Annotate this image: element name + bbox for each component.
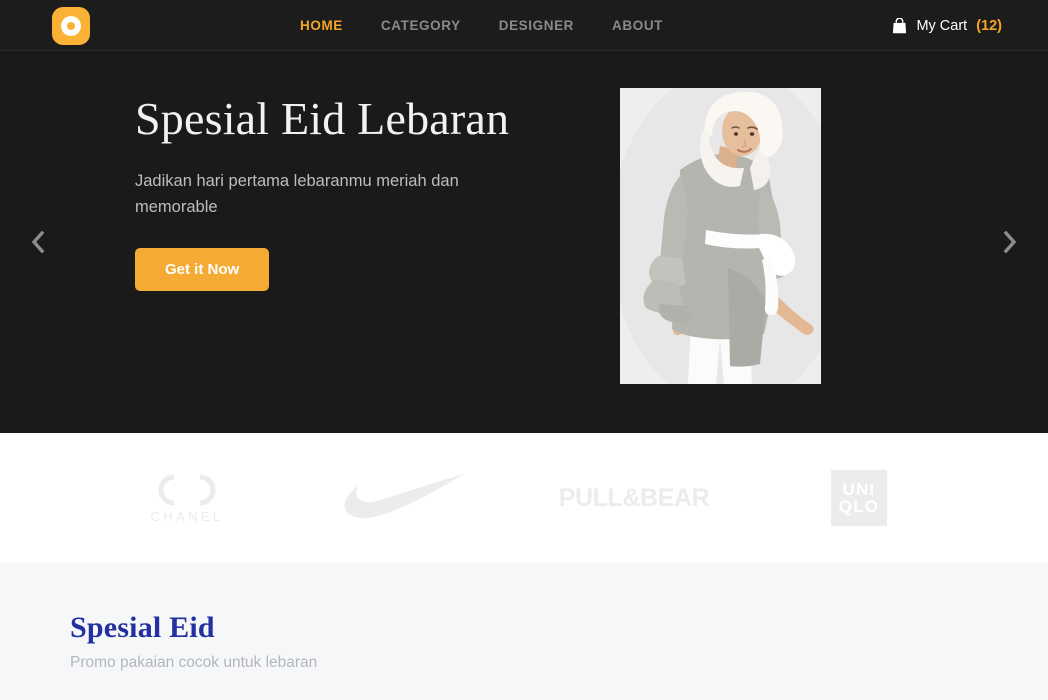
nike-swoosh-logo-icon <box>342 472 466 525</box>
logo-dot-icon <box>67 22 75 30</box>
nav-item-category[interactable]: CATEGORY <box>381 18 461 33</box>
brand-logo-nike[interactable] <box>292 472 517 525</box>
carousel-next-button[interactable] <box>992 224 1028 260</box>
cart-count: (12) <box>976 17 1002 34</box>
chevron-left-icon <box>31 231 45 253</box>
logo-ring-icon <box>61 16 81 36</box>
svg-text:CHANEL: CHANEL <box>150 509 223 524</box>
brand-logo-uniqlo[interactable]: UNI QLO <box>752 470 967 526</box>
cart-label: My Cart <box>916 17 968 34</box>
uniqlo-line-1: UNI <box>842 480 876 499</box>
carousel-prev-button[interactable] <box>20 224 56 260</box>
nav-item-about[interactable]: ABOUT <box>612 18 663 33</box>
pullandbear-wordmark: PULL&BEAR <box>558 483 710 512</box>
site-header: HOME CATEGORY DESIGNER ABOUT My Cart (12… <box>0 0 1048 51</box>
promo-subtitle: Promo pakaian cocok untuk lebaran <box>70 654 318 671</box>
uniqlo-line-2: QLO <box>838 497 880 516</box>
hero-title: Spesial Eid Lebaran <box>135 93 510 144</box>
brand-logos-strip: CHANEL PULL&BEAR UNI QLO <box>0 433 1048 563</box>
uniqlo-logo-icon: UNI QLO <box>831 470 887 526</box>
hero-banner: Spesial Eid Lebaran Jadikan hari pertama… <box>0 51 1048 433</box>
cart-button[interactable]: My Cart (12) <box>892 0 1002 51</box>
get-it-now-button[interactable]: Get it Now <box>135 248 270 292</box>
hero-subtitle: Jadikan hari pertama lebaranmu meriah da… <box>135 171 459 216</box>
nav-item-home[interactable]: HOME <box>300 18 343 33</box>
main-navigation: HOME CATEGORY DESIGNER ABOUT <box>300 0 663 51</box>
hero-product-image <box>620 88 821 384</box>
shopping-bag-icon <box>892 17 907 34</box>
nav-item-designer[interactable]: DESIGNER <box>499 18 574 33</box>
chevron-right-icon <box>1003 231 1017 253</box>
brand-logo-pullandbear[interactable]: PULL&BEAR <box>517 484 752 513</box>
logo-square-icon <box>52 7 90 45</box>
chanel-logo-icon: CHANEL <box>144 467 230 530</box>
promo-title: Spesial Eid <box>70 611 215 644</box>
brand-logo-chanel[interactable]: CHANEL <box>82 467 292 530</box>
promo-section: Spesial Eid Promo pakaian cocok untuk le… <box>0 563 1048 700</box>
site-logo[interactable] <box>52 7 90 45</box>
hero-text-block: Spesial Eid Lebaran Jadikan hari pertama… <box>135 93 565 292</box>
